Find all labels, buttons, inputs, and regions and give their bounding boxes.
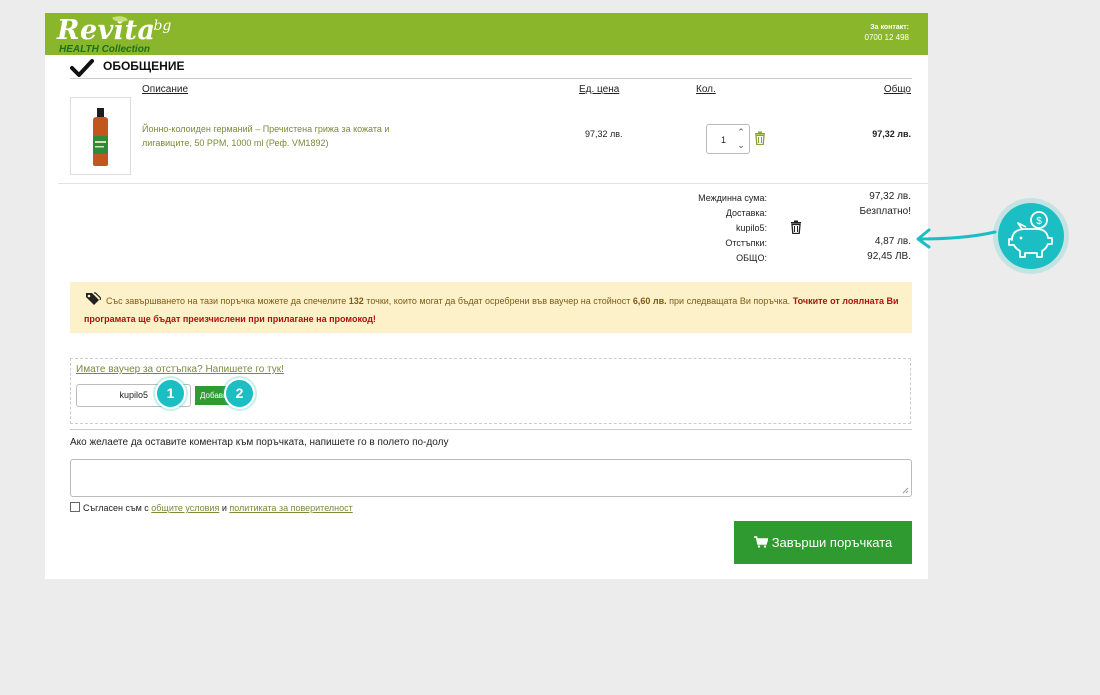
grand-total-value: 92,45 ЛВ. [867,251,911,262]
subtotal-value: 97,32 лв. [869,191,911,202]
checkout-page: Revita .bg HEALTH Collection За контакт:… [45,12,928,579]
voucher-toggle-link[interactable]: Имате ваучер за отстъпка? Напишете го ту… [76,364,284,375]
chevron-down-icon[interactable]: ⌄ [735,139,747,152]
logo-tld-text: .bg [149,18,172,34]
grand-total-label: ОБЩО: [736,253,767,263]
agree-prefix: Съгласен съм с [83,503,152,513]
summary-title: ОБОБЩЕНИЕ [103,59,185,73]
loyalty-text-part3: при следващата Ви поръчка. [666,296,793,306]
header-contact: За контакт: 0700 12 498 [865,23,910,43]
product-row-total: 97,32 лв. [872,129,911,139]
contact-label: За контакт: [870,24,909,31]
voucher-section: Имате ваучер за отстъпка? Напишете го ту… [70,358,911,424]
step-marker-1: 1 [155,378,186,409]
product-unit-price: 97,32 лв. [585,129,623,139]
quantity-value: 1 [721,135,727,145]
shipping-label: Доставка: [725,208,767,218]
comment-textarea[interactable] [70,459,912,497]
pointer-arrow-icon [916,228,997,249]
logo-subtitle: HEALTH Collection [59,44,150,55]
coupon-label: kupilo5: [735,223,767,233]
trash-icon[interactable] [754,131,766,145]
product-bottle-image [93,108,108,166]
summary-heading: ОБОБЩЕНИЕ [70,58,912,79]
quantity-arrows: ⌃ ⌄ [735,126,747,152]
subtotal-label: Междинна сума: [698,193,767,203]
remove-coupon-trash-icon[interactable] [790,220,802,234]
column-header-total[interactable]: Общо [884,84,911,95]
resize-handle-icon[interactable] [902,487,909,494]
discounts-label: Отстъпки: [725,238,767,248]
step-marker-2: 2 [224,378,255,409]
savings-badge: $ [993,198,1069,274]
agree-and: и [219,503,230,513]
column-header-description[interactable]: Описание [142,84,188,95]
column-header-unit-price[interactable]: Ед. цена [579,84,619,95]
comment-label: Ако желаете да оставите коментар към пор… [70,437,449,448]
logo-main-text: Revita [57,15,156,46]
contact-phone[interactable]: 0700 12 498 [865,33,910,43]
terms-link[interactable]: общите условия [151,503,219,513]
piggy-bank-coin-icon: $ [1008,211,1053,258]
loyalty-amount: 6,60 лв. [632,296,667,306]
row-divider [58,183,928,184]
revita-logo[interactable]: Revita .bg HEALTH Collection [55,12,195,55]
chevron-up-icon[interactable]: ⌃ [735,126,747,139]
site-header: Revita .bg HEALTH Collection За контакт:… [45,12,928,55]
quantity-stepper[interactable]: 1 ⌃ ⌄ [706,124,750,154]
loyalty-text-part2: точки, които могат да бъдат осребрени въ… [363,296,633,306]
loyalty-notice: Със завършването на тази поръчка можете … [70,282,912,333]
loyalty-points: 132 [348,296,364,306]
shopping-cart-icon [753,536,768,548]
complete-order-button[interactable]: Завърши поръчката [734,521,912,564]
loyalty-text: Със завършването на тази поръчка можете … [84,292,904,328]
product-description-link[interactable]: Йонно-колоиден германий – Пречистена гри… [142,122,412,150]
discounts-value: 4,87 лв. [874,236,911,247]
svg-text:$: $ [1036,216,1042,227]
privacy-link[interactable]: политиката за поверителност [229,503,352,513]
terms-checkbox[interactable] [70,502,80,512]
checkmark-icon [70,59,94,77]
loyalty-text-part1: Със завършването на тази поръчка можете … [106,296,349,306]
terms-agreement: Съгласен съм с общите условия и политика… [70,502,353,513]
shipping-value: Безплатно! [859,206,911,217]
comment-divider [70,429,912,430]
column-header-qty[interactable]: Кол. [696,84,716,95]
complete-order-label: Завърши поръчката [771,535,893,550]
product-thumbnail[interactable] [70,97,131,175]
